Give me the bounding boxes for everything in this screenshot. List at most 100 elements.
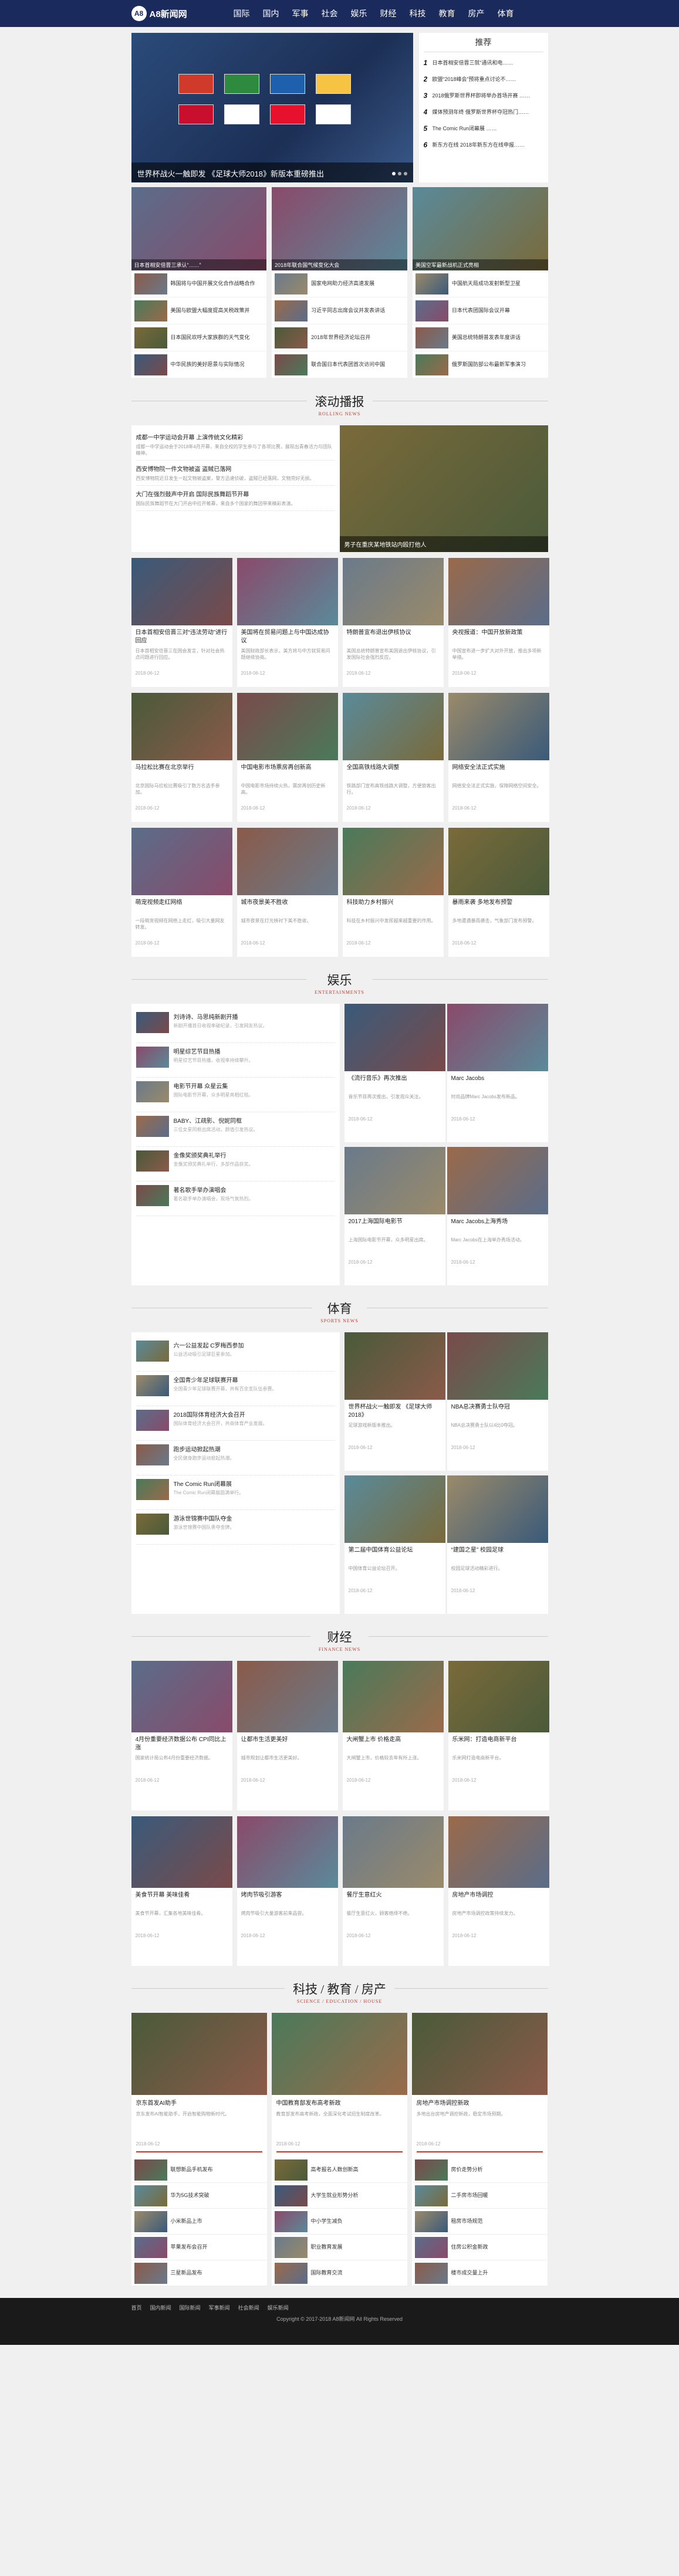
card-title[interactable]: 全国高铁线路大调整 — [347, 764, 440, 780]
card-image[interactable] — [447, 1004, 548, 1071]
card-title[interactable]: 科技助力乡村振兴 — [347, 899, 440, 915]
card-image[interactable] — [344, 1004, 445, 1071]
card-title[interactable]: 餐厅生意红火 — [347, 1891, 440, 1908]
card-title[interactable]: 马拉松比赛在北京举行 — [136, 764, 228, 780]
tech-list-title[interactable]: 小米新品上市 — [171, 2218, 202, 2225]
news-title[interactable]: 国家电网助力经济高速发展 — [311, 280, 374, 287]
nav-link-6[interactable]: 科技 — [410, 8, 426, 19]
news-row[interactable]: 俄罗斯国防部公布最新军事演习 — [412, 351, 548, 378]
news-thumb[interactable] — [134, 327, 167, 348]
tech-list-row[interactable]: 职业教育发展 — [271, 2235, 407, 2260]
tech-image[interactable] — [131, 2013, 267, 2095]
news-card[interactable]: 城市夜景美不胜收 城市夜景在灯光映衬下美不胜收。 2018-06-12 — [237, 828, 338, 957]
nav-link-0[interactable]: 国际 — [234, 8, 250, 19]
news-card[interactable]: 餐厅生意红火 餐厅生意红火，顾客络绎不绝。 2018-06-12 — [342, 1816, 444, 1966]
news-card[interactable]: 日本首相安倍晋三对“违法劳动”进行回应 日本首相安倍晋三在国会发言，针对社会热点问… — [131, 558, 232, 687]
card-title[interactable]: 世界杯战火一触即发 《足球大师2018》 — [349, 1403, 441, 1420]
card-image[interactable] — [237, 828, 338, 895]
news-card[interactable]: 烤肉节吸引游客 烤肉节吸引大量游客前来品尝。 2018-06-12 — [237, 1816, 338, 1966]
tech-title[interactable]: 房地产市场调控新政 — [417, 2100, 543, 2108]
news-card[interactable]: 让都市生活更美好 城市规划让都市生活更美好。 2018-06-12 — [237, 1661, 338, 1810]
news-title[interactable]: 日本代表团国际会议开幕 — [452, 307, 510, 314]
category-item[interactable]: 游泳世锦赛中国队夺金 游泳世锦赛中国队勇夺金牌。 — [136, 1510, 335, 1545]
tech-list-row[interactable]: 大学生就业形势分析 — [271, 2183, 407, 2209]
rolling-item[interactable]: 大门在强烈鼓声中开启 国际民族舞蹈节开幕 国际民族舞蹈节在大门开启中拉开帷幕，来自… — [136, 486, 335, 511]
category-title[interactable]: 著名歌手举办演唱会 — [174, 1185, 254, 1194]
card-title[interactable]: 网络安全法正式实施 — [452, 764, 545, 780]
recommend-item-title[interactable]: 日本首相安倍晋三就“通讯和电…… — [433, 59, 514, 67]
tech-list-title[interactable]: 楼市成交量上升 — [451, 2269, 488, 2277]
tech-list-row[interactable]: 租房市场规范 — [411, 2209, 548, 2235]
tech-list-thumb[interactable] — [414, 2185, 448, 2206]
news-row[interactable]: 韩国将与中国开展文化合作战略合作 — [131, 270, 267, 297]
card-title[interactable]: 日本首相安倍晋三对“违法劳动”进行回应 — [136, 629, 228, 645]
tech-list-thumb[interactable] — [274, 2236, 308, 2258]
tech-title[interactable]: 中国教育部发布高考新政 — [276, 2100, 403, 2108]
tech-list-row[interactable]: 三星新品发布 — [131, 2260, 267, 2286]
footer-link[interactable]: 国内新闻 — [150, 2304, 171, 2311]
recommend-item-title[interactable]: 欧盟“2018峰会”预将重点讨论不…… — [433, 75, 516, 83]
category-thumb[interactable] — [136, 1341, 169, 1362]
site-logo[interactable]: A8 A8新闻网 — [131, 6, 225, 21]
feature-image[interactable]: 美国空军最新战机正式亮相 — [412, 187, 548, 270]
category-item[interactable]: The Comic Run闭幕展 The Comic Run闭幕展圆满举行。 — [136, 1475, 335, 1510]
tech-list-row[interactable]: 国际教育交流 — [271, 2260, 407, 2286]
news-thumb[interactable] — [275, 354, 308, 375]
news-row[interactable]: 中华民族的美好愿景与实际情况 — [131, 351, 267, 378]
tech-list-thumb[interactable] — [414, 2159, 448, 2181]
card-title[interactable]: 大闸蟹上市 价格走高 — [347, 1736, 440, 1752]
recommend-item-title[interactable]: 新东方在线 2018年新东方在线申报…… — [433, 141, 525, 149]
news-row[interactable]: 日本代表团国际会议开幕 — [412, 297, 548, 324]
nav-link-3[interactable]: 社会 — [322, 8, 338, 19]
category-thumb[interactable] — [136, 1514, 169, 1535]
rolling-item[interactable]: 西安博物院一件文物被盗 盗贼已落网 西安博物院近日发生一起文物被盗案，警方迅速侦破… — [136, 461, 335, 486]
news-card[interactable]: Marc Jacobs 时尚品牌Marc Jacobs发布新品。 2018-06-1… — [447, 1004, 548, 1142]
tech-list-title[interactable]: 租房市场规范 — [451, 2218, 483, 2225]
tech-image[interactable] — [271, 2013, 407, 2095]
news-card[interactable]: 网络安全法正式实施 网络安全法正式实施，保障网络空间安全。 2018-06-12 — [448, 693, 549, 822]
news-title[interactable]: 联合国日本代表团首次访问中国 — [311, 361, 385, 368]
tech-list-title[interactable]: 大学生就业形势分析 — [311, 2192, 359, 2199]
category-title[interactable]: 金像奖颁奖典礼举行 — [174, 1150, 254, 1159]
category-thumb[interactable] — [136, 1081, 169, 1102]
news-card[interactable]: 美食节开幕 美味佳肴 美食节开幕，汇集各地美味佳肴。 2018-06-12 — [131, 1816, 232, 1966]
card-title[interactable]: “建国之星” 校园足球 — [451, 1546, 544, 1563]
feature-caption[interactable]: 美国空军最新战机正式亮相 — [412, 259, 548, 270]
hero-slider[interactable]: 世界杯战火一触即发 《足球大师2018》新版本重磅推出 — [131, 33, 413, 182]
card-title[interactable]: 让都市生活更美好 — [241, 1736, 334, 1752]
feature-caption[interactable]: 日本首相安倍晋三承认“……” — [131, 259, 267, 270]
news-row[interactable]: 2018年世界经济论坛召开 — [272, 324, 407, 351]
recommend-item-title[interactable]: The Comic Run闭幕展 …… — [433, 124, 497, 133]
card-title[interactable]: Marc Jacobs — [451, 1075, 544, 1091]
category-title[interactable]: 游泳世锦赛中国队夺金 — [174, 1514, 235, 1522]
tech-list-thumb[interactable] — [414, 2236, 448, 2258]
tech-list-row[interactable]: 楼市成交量上升 — [411, 2260, 548, 2286]
card-image[interactable] — [344, 1475, 445, 1543]
card-title[interactable]: 萌宠视频走红网络 — [136, 899, 228, 915]
footer-link[interactable]: 国际新闻 — [180, 2304, 201, 2311]
category-item[interactable]: 电影节开幕 众星云集 国际电影节开幕，众多明星亮相红毯。 — [136, 1078, 335, 1112]
news-card[interactable]: 科技助力乡村振兴 科技在乡村振兴中发挥越来越重要的作用。 2018-06-12 — [342, 828, 444, 957]
news-thumb[interactable] — [275, 273, 308, 295]
news-title[interactable]: 日本国民欢呼大家族群的天气变化 — [171, 334, 250, 341]
tech-list-title[interactable]: 中小学生减负 — [311, 2218, 343, 2225]
news-row[interactable]: 日本国民欢呼大家族群的天气变化 — [131, 324, 267, 351]
rolling-item[interactable]: 成都一中学运动会开幕 上演传统文化精彩 成都一中学运动会于2018年4月开幕，来自… — [136, 429, 335, 461]
footer-link[interactable]: 首页 — [131, 2304, 142, 2311]
news-thumb[interactable] — [275, 300, 308, 321]
slider-dot[interactable] — [403, 172, 407, 175]
category-item[interactable]: 著名歌手举办演唱会 著名歌手举办演唱会，现场气氛热烈。 — [136, 1182, 335, 1216]
news-card[interactable]: 暴雨来袭 多地发布预警 多地遭遇暴雨袭击，气象部门发布预警。 2018-06-12 — [448, 828, 549, 957]
recommend-item[interactable]: 1 日本首相安倍晋三就“通讯和电…… — [424, 55, 543, 71]
card-image[interactable] — [448, 693, 549, 760]
category-thumb[interactable] — [136, 1150, 169, 1172]
news-thumb[interactable] — [275, 327, 308, 348]
card-image[interactable] — [447, 1147, 548, 1214]
news-thumb[interactable] — [415, 300, 448, 321]
news-row[interactable]: 习近平同志出席会议并发表讲话 — [272, 297, 407, 324]
category-thumb[interactable] — [136, 1479, 169, 1500]
card-image[interactable] — [131, 1816, 232, 1888]
nav-link-4[interactable]: 娱乐 — [351, 8, 367, 19]
tech-list-title[interactable]: 房价走势分析 — [451, 2166, 483, 2174]
tech-list-thumb[interactable] — [274, 2262, 308, 2284]
